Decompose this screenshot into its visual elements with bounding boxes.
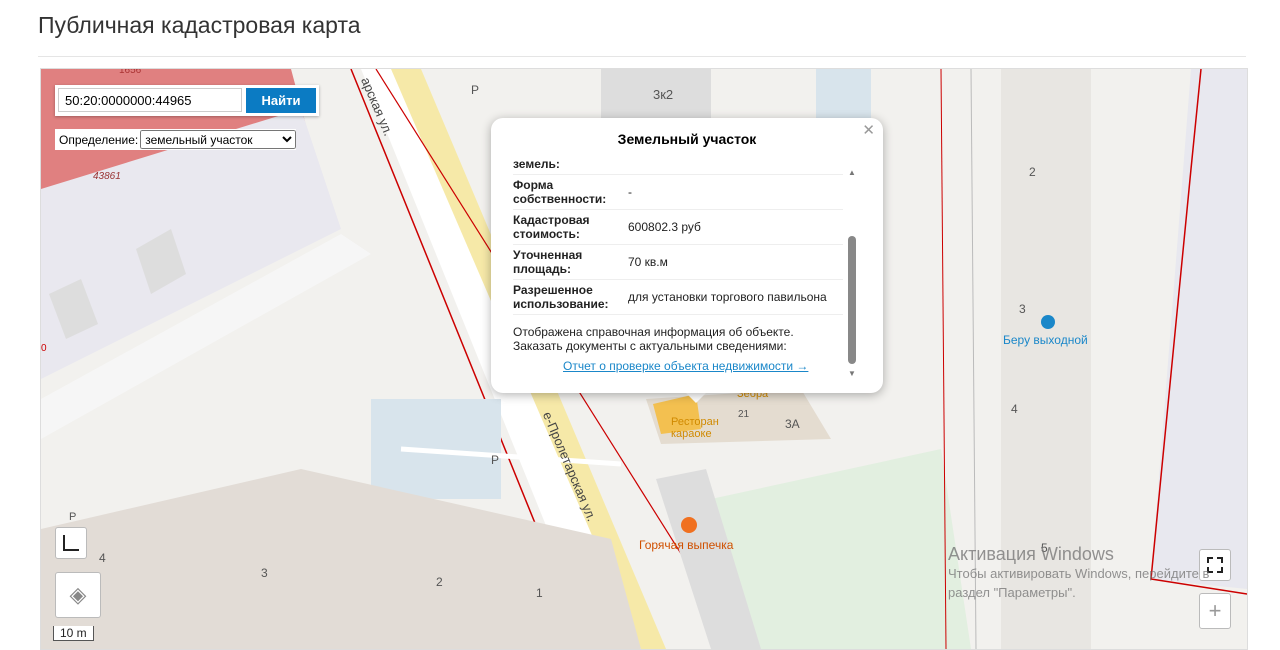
- poi-label[interactable]: Ресторан караоке: [671, 416, 731, 440]
- row-value: 600802.3 руб: [628, 220, 701, 234]
- parcel-number: 43861: [93, 171, 121, 182]
- note-text: Отображена справочная информация об объе…: [513, 325, 794, 353]
- info-row: Уточненная площадь: 70 кв.м: [513, 245, 843, 280]
- bakery-icon[interactable]: [681, 517, 697, 533]
- popup-title: Земельный участок: [617, 131, 757, 147]
- cadastral-number-input[interactable]: [58, 88, 242, 112]
- scale-bar: 10 m: [53, 626, 94, 641]
- watermark-line: Чтобы активировать Windows, перейдите в: [948, 566, 1210, 581]
- definition-select[interactable]: земельный участок: [140, 130, 297, 149]
- poi-label[interactable]: Горячая выпечка: [639, 538, 733, 552]
- map[interactable]: 1656 43861 3к2 P P P 0 арская ул. е-Прол…: [40, 68, 1248, 650]
- house-number: 4: [99, 551, 106, 565]
- search-bar: Найти: [55, 85, 319, 116]
- house-number: 1: [536, 586, 543, 600]
- row-key: Уточненная площадь:: [513, 248, 583, 276]
- row-key: Кадастровая стоимость:: [513, 213, 590, 241]
- ruler-button[interactable]: [55, 527, 87, 559]
- layers-icon: ◈: [69, 582, 87, 607]
- parking-label: P: [69, 511, 77, 523]
- popup-body[interactable]: земель: Форма собственности: - Кадастрова…: [513, 154, 843, 384]
- report-link[interactable]: Отчет о проверке объекта недвижимости →: [563, 359, 843, 373]
- windows-watermark: Активация Windows Чтобы активировать Win…: [948, 545, 1209, 602]
- house-number: 2: [436, 575, 443, 589]
- definition-control: Определение: земельный участок: [55, 129, 297, 150]
- house-number: 2: [1029, 165, 1036, 179]
- parcel-number: 1656: [119, 68, 142, 76]
- scrollbar[interactable]: ▲ ▼: [847, 168, 857, 378]
- info-popup: Земельный участок ✕ земель: Форма собств…: [491, 118, 883, 393]
- find-button[interactable]: Найти: [246, 88, 316, 113]
- house-number: 3: [1019, 302, 1026, 316]
- close-icon[interactable]: ✕: [862, 121, 875, 139]
- parking-label: P: [491, 453, 500, 467]
- row-value: для установки торгового павильона: [628, 290, 827, 304]
- house-number: 4: [1011, 402, 1018, 416]
- row-value: 70 кв.м: [628, 255, 668, 269]
- parking-label: P: [471, 83, 480, 97]
- definition-label: Определение:: [59, 132, 139, 147]
- row-key: Форма собственности:: [513, 178, 607, 206]
- row-value: -: [628, 185, 632, 199]
- house-number: 3: [261, 566, 268, 580]
- house-number: 3А: [785, 417, 800, 431]
- house-number: 21: [738, 409, 750, 420]
- divider: [38, 56, 1246, 57]
- row-key: земель:: [513, 157, 560, 171]
- info-row: Разрешенное использование: для установки …: [513, 280, 843, 315]
- watermark-title: Активация Windows: [948, 544, 1114, 564]
- row-key: Разрешенное использование:: [513, 283, 609, 311]
- ruler-icon: [63, 535, 79, 551]
- watermark-line: раздел "Параметры".: [948, 585, 1076, 600]
- info-row: Форма собственности: -: [513, 175, 843, 210]
- poi-label[interactable]: Беру выходной: [1003, 333, 1088, 347]
- shop-icon[interactable]: [1041, 315, 1055, 329]
- parcel-number: 0: [41, 343, 47, 354]
- popup-pointer: [686, 393, 706, 403]
- info-row: земель:: [513, 154, 843, 175]
- info-row: Кадастровая стоимость: 600802.3 руб: [513, 210, 843, 245]
- building-label: 3к2: [653, 87, 674, 102]
- page-title: Публичная кадастровая карта: [38, 12, 361, 38]
- layers-button[interactable]: ◈: [55, 572, 101, 618]
